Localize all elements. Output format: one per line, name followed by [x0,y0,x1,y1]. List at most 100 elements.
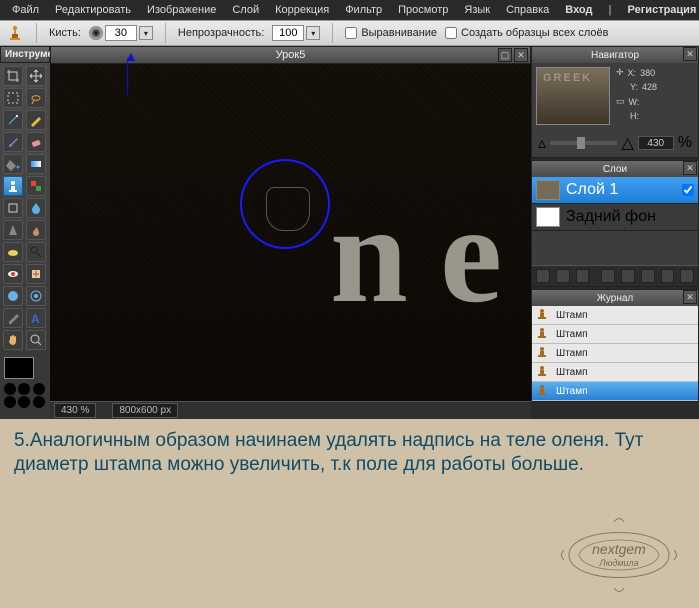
close-icon[interactable]: ✕ [683,47,697,61]
sample-check-input[interactable] [445,27,457,39]
brush-tool[interactable] [3,132,23,152]
canvas-titlebar[interactable]: Урок5 ▢ ✕ [50,46,531,64]
y-value: 428 [642,82,657,92]
nav-zoom-input[interactable] [638,136,674,150]
history-label: Штамп [556,386,587,397]
canvas-window: ▲│││ Урок5 ▢ ✕ n e 430 % 800x6 [50,46,531,419]
x-value: 380 [640,68,655,78]
move-down-button[interactable] [661,269,675,283]
layer-thumbnail[interactable] [536,207,560,227]
blur-tool[interactable] [26,198,46,218]
brush-size-dropdown[interactable]: ▾ [139,26,153,40]
separator [165,23,166,43]
layer-name: Слой 1 [566,181,618,199]
wand-tool[interactable] [3,110,23,130]
status-bar: 430 % 800x600 px [50,401,531,419]
navigator-thumbnail[interactable]: GREEK [536,67,610,125]
sample-all-checkbox[interactable]: Создать образцы всех слоёв [445,27,608,39]
history-row[interactable]: Штамп [532,325,698,344]
flatten-button[interactable] [621,269,635,283]
pencil-tool[interactable] [26,110,46,130]
pinch-tool[interactable] [26,286,46,306]
menubar: Файл Редактировать Изображение Слой Корр… [0,0,699,20]
watermark-text-2: Людмила [592,558,646,569]
lasso-tool[interactable] [26,88,46,108]
history-row[interactable]: Штамп [532,344,698,363]
move-tool[interactable] [26,66,46,86]
options-bar: Кисть: ▾ Непрозрачность: ▾ Выравнивание … [0,20,699,46]
close-button[interactable]: ✕ [514,48,528,62]
bloat-tool[interactable] [3,286,23,306]
menu-filter[interactable]: Фильтр [337,1,390,19]
spot-heal-tool[interactable] [26,264,46,284]
history-row[interactable]: Штамп [532,382,698,401]
w-label: W: [629,97,640,107]
gradient-tool[interactable] [26,154,46,174]
delete-layer-button[interactable] [680,269,694,283]
eyedropper-tool[interactable] [3,308,23,328]
layer-thumbnail[interactable] [536,180,560,200]
menu-layer[interactable]: Слой [224,1,267,19]
menu-view[interactable]: Просмотр [390,1,456,19]
type-tool[interactable]: A [26,308,46,328]
marquee-tool[interactable] [3,88,23,108]
crop-tool[interactable] [3,66,23,86]
hand-tool[interactable] [3,330,23,350]
login-link[interactable]: Вход [557,1,600,19]
duplicate-button[interactable] [576,269,590,283]
brush-size-input[interactable] [105,25,137,41]
move-up-button[interactable] [641,269,655,283]
tutorial-caption: 5.Аналогичным образом начинаем удалять н… [0,419,699,608]
layer-row[interactable]: Задний фон [532,204,698,231]
align-check-input[interactable] [345,27,357,39]
draw-tool[interactable] [3,198,23,218]
bucket-tool[interactable] [3,154,23,174]
smudge-tool[interactable] [26,220,46,240]
mask-button[interactable] [556,269,570,283]
history-row[interactable]: Штамп [532,363,698,382]
new-layer-button[interactable] [536,269,550,283]
brush-preview[interactable] [89,26,103,40]
navigator-panel: Навигатор ✕ GREEK ✛ X:380 Y:428 ▭ W: H: [531,46,699,158]
canvas-viewport[interactable]: n e [50,64,531,401]
opacity-input[interactable] [272,25,304,41]
layer-row[interactable]: Слой 1 [532,177,698,204]
zoom-slider[interactable] [550,141,617,145]
menu-lang[interactable]: Язык [456,1,498,19]
color-swatch[interactable] [4,357,34,379]
layer-visibility[interactable] [682,184,694,196]
history-title[interactable]: Журнал ✕ [532,290,698,306]
divider: | [600,1,619,19]
merge-button[interactable] [601,269,615,283]
thumb-text: GREEK [543,72,592,84]
redeye-tool[interactable] [3,264,23,284]
sharpen-tool[interactable] [3,220,23,240]
close-icon[interactable]: ✕ [683,290,697,304]
zoom-tool[interactable] [26,330,46,350]
layers-title[interactable]: Слои ✕ [532,161,698,177]
menu-image[interactable]: Изображение [139,1,224,19]
register-link[interactable]: Регистрация [620,1,699,19]
menu-help[interactable]: Справка [498,1,557,19]
clone-stamp-tool[interactable] [3,176,23,196]
dodge-tool[interactable] [26,242,46,262]
close-icon[interactable]: ✕ [683,161,697,175]
menu-adjust[interactable]: Коррекция [267,1,337,19]
sponge-tool[interactable] [3,242,23,262]
replace-color-tool[interactable] [26,176,46,196]
maximize-button[interactable]: ▢ [498,48,512,62]
zoom-in-icon[interactable]: △ [621,133,633,153]
menu-file[interactable]: Файл [4,1,47,19]
navigator-title[interactable]: Навигатор ✕ [532,47,698,63]
menu-edit[interactable]: Редактировать [47,1,139,19]
history-title-text: Журнал [597,293,634,304]
stamp-icon [536,365,550,379]
zoom-field[interactable]: 430 % [54,403,96,418]
align-checkbox[interactable]: Выравнивание [345,27,437,39]
brush-presets[interactable] [4,383,46,408]
layers-toolbar [532,265,698,286]
zoom-out-icon[interactable]: ▵ [538,133,546,153]
eraser-tool[interactable] [26,132,46,152]
opacity-dropdown[interactable]: ▾ [306,26,320,40]
history-row[interactable]: Штамп [532,306,698,325]
